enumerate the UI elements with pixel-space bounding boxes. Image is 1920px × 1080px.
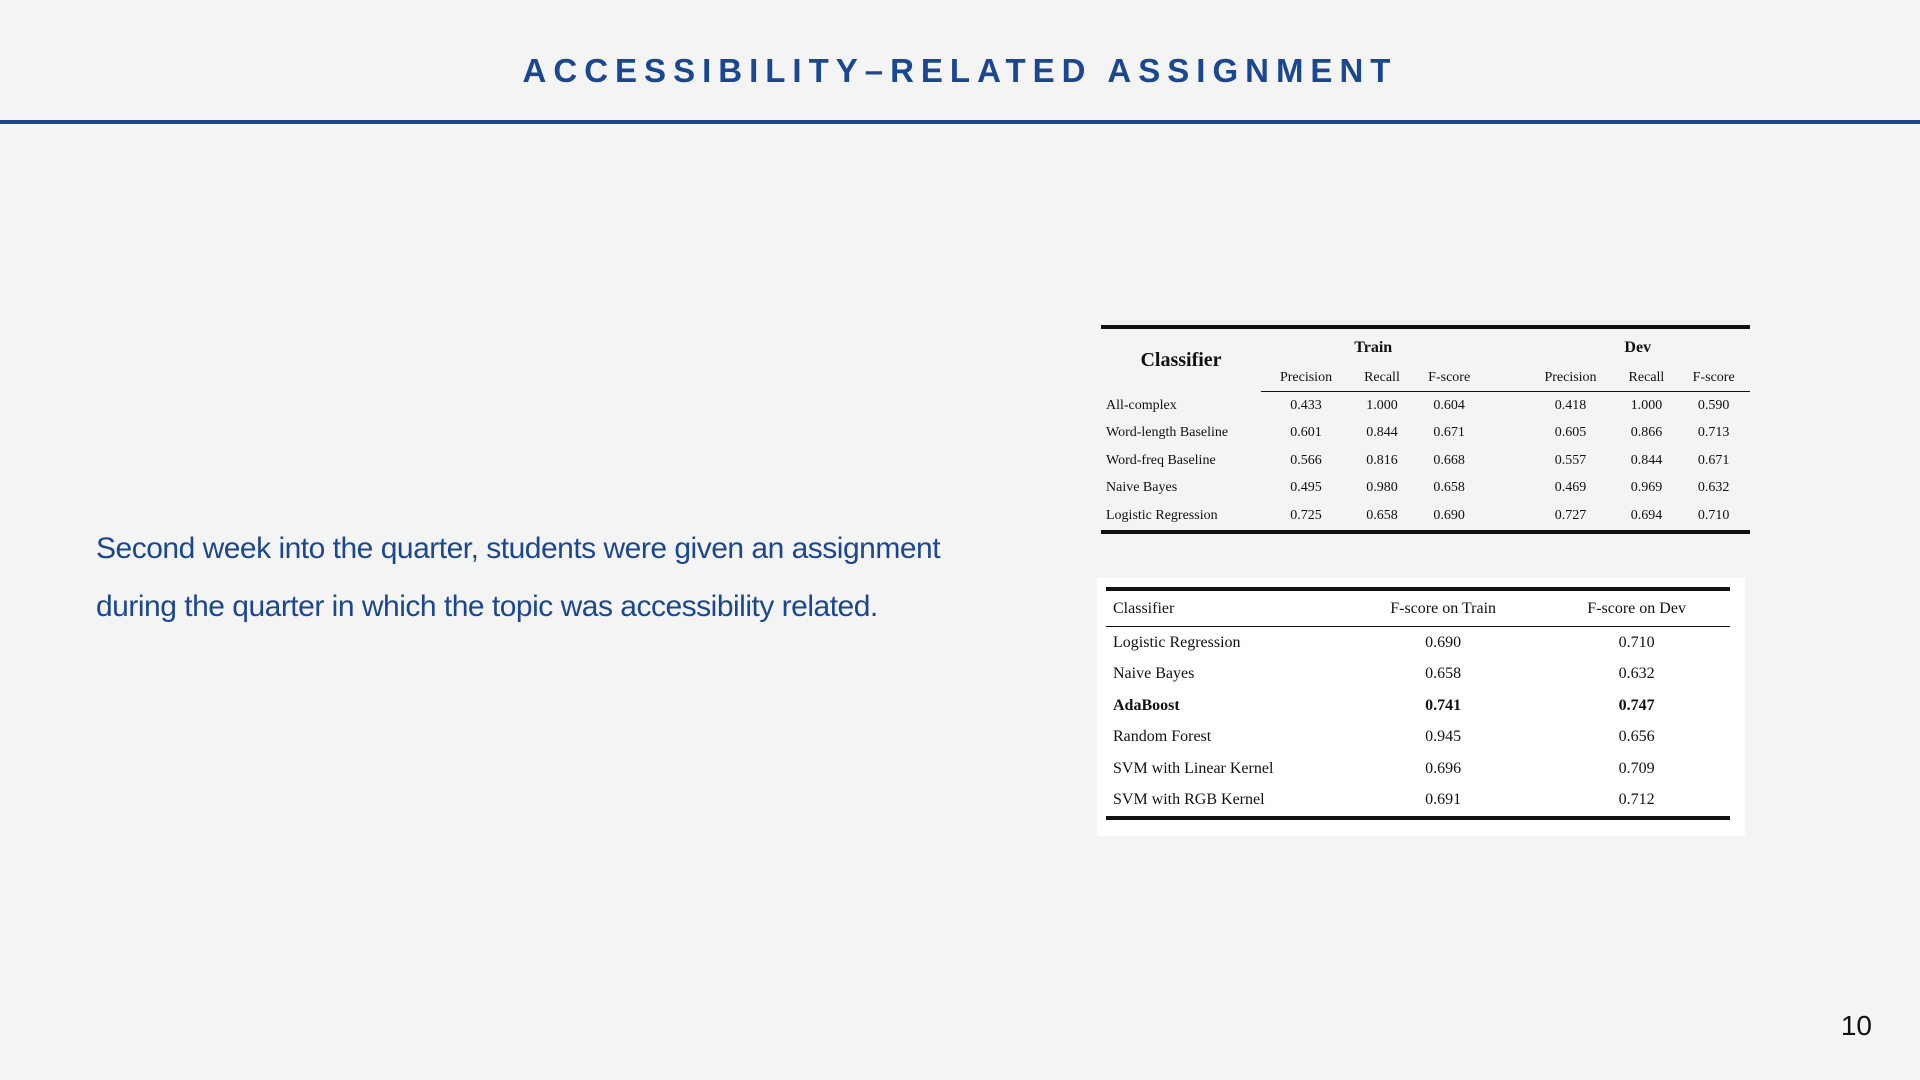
table-subheader: Recall [1615, 365, 1678, 392]
table-subheader: Precision [1525, 365, 1616, 392]
table-cell: 0.557 [1554, 452, 1587, 468]
table-cell-dev: 0.709 [1618, 759, 1655, 777]
row-classifier-name: Naive Bayes [1106, 480, 1178, 496]
table-cell: 0.605 [1554, 425, 1587, 441]
page-number: 10 [1840, 1010, 1872, 1041]
table-cell: 0.601 [1290, 425, 1322, 441]
table-cell: 0.632 [1697, 480, 1730, 496]
table-row: Logistic Regression 0.690 0.710 [1106, 627, 1730, 659]
table-cell: 1.000 [1630, 397, 1663, 413]
fscore-table-image: Classifier F-score on Train F-score on D… [1097, 578, 1745, 836]
classifier-metrics-table: Classifier Train Dev Precision Recall F-… [1101, 325, 1750, 534]
table-cell-train: 0.741 [1425, 696, 1462, 714]
table-cell-train: 0.658 [1425, 665, 1462, 683]
title-divider [0, 120, 1920, 124]
table-row: Logistic Regression 0.725 0.658 0.690 0.… [1101, 502, 1750, 532]
fscore-table: Classifier F-score on Train F-score on D… [1106, 587, 1730, 820]
table-cell: 0.658 [1433, 480, 1465, 496]
table-subheader: F-score [1677, 365, 1750, 392]
table-cell-dev: 0.747 [1618, 696, 1655, 714]
body-line: during the quarter in which the topic wa… [96, 590, 878, 623]
classifier-metrics-table-image: Classifier Train Dev Precision Recall F-… [1101, 325, 1750, 539]
row-classifier-name: SVM with Linear Kernel [1113, 759, 1274, 777]
table-subheader: F-score [1412, 365, 1486, 392]
table-cell: 0.980 [1366, 480, 1398, 496]
table-row: Naive Bayes 0.658 0.632 [1106, 659, 1730, 691]
table-row: SVM with Linear Kernel 0.696 0.709 [1106, 753, 1730, 785]
table-row-highlighted: AdaBoost 0.741 0.747 [1106, 690, 1730, 722]
table-header-dev-group: Dev [1624, 339, 1652, 356]
table-row: Random Forest 0.945 0.656 [1106, 722, 1730, 754]
table-subheader: Recall [1351, 365, 1413, 392]
table-cell: 0.671 [1697, 452, 1730, 468]
table-row: Naive Bayes 0.495 0.980 0.658 0.469 0.96… [1101, 475, 1750, 503]
table-cell: 0.844 [1366, 425, 1398, 441]
table-cell: 0.671 [1433, 425, 1465, 441]
table-cell-train: 0.696 [1425, 759, 1462, 777]
row-classifier-name: SVM with RGB Kernel [1113, 791, 1265, 809]
table-cell: 0.844 [1630, 452, 1663, 468]
table-cell: 0.690 [1433, 507, 1465, 523]
row-classifier-name: Logistic Regression [1106, 507, 1218, 523]
table-cell: 0.710 [1697, 507, 1730, 523]
table-cell-dev: 0.632 [1618, 665, 1655, 683]
table-row: Word-freq Baseline 0.566 0.816 0.668 0.5… [1101, 447, 1750, 475]
table-header-classifier: Classifier [1106, 589, 1343, 627]
table-cell: 0.727 [1554, 507, 1587, 523]
table-cell: 0.816 [1366, 452, 1398, 468]
table-cell: 0.725 [1290, 507, 1322, 523]
table-header-fscore-train: F-score on Train [1343, 589, 1544, 627]
table-row: All-complex 0.433 1.000 0.604 0.418 1.00… [1101, 392, 1750, 420]
table-cell-dev: 0.656 [1618, 728, 1655, 746]
row-classifier-name: Logistic Regression [1113, 633, 1241, 651]
table-cell-train: 0.691 [1425, 791, 1462, 809]
table-row: SVM with RGB Kernel 0.691 0.712 [1106, 785, 1730, 819]
table-cell-train: 0.690 [1425, 633, 1462, 651]
table-cell: 1.000 [1366, 397, 1398, 413]
table-cell: 0.969 [1630, 480, 1663, 496]
row-classifier-name: Naive Bayes [1113, 665, 1195, 683]
table-cell: 0.658 [1366, 507, 1398, 523]
table-cell: 0.604 [1433, 397, 1465, 413]
table-cell: 0.566 [1290, 452, 1322, 468]
table-cell: 0.469 [1554, 480, 1587, 496]
table-cell-dev: 0.710 [1618, 633, 1655, 651]
table-subheader: Precision [1261, 365, 1352, 392]
row-classifier-name: All-complex [1106, 397, 1177, 413]
body-line: Second week into the quarter, students w… [96, 532, 941, 565]
table-cell: 0.433 [1290, 397, 1322, 413]
row-classifier-name: AdaBoost [1113, 696, 1180, 714]
table-cell-dev: 0.712 [1618, 791, 1655, 809]
table-cell-train: 0.945 [1425, 728, 1462, 746]
body-text: Second week into the quarter, students w… [96, 520, 1036, 636]
table-row: Word-length Baseline 0.601 0.844 0.671 0… [1101, 420, 1750, 448]
table-cell: 0.866 [1630, 425, 1663, 441]
table-cell: 0.590 [1697, 397, 1730, 413]
row-classifier-name: Word-length Baseline [1106, 425, 1229, 441]
table-cell: 0.668 [1433, 452, 1465, 468]
table-header-train-group: Train [1354, 339, 1393, 356]
table-header-classifier: Classifier [1140, 348, 1222, 371]
row-classifier-name: Random Forest [1113, 728, 1212, 746]
table-cell: 0.694 [1630, 507, 1663, 523]
table-cell: 0.495 [1290, 480, 1322, 496]
table-header-fscore-dev: F-score on Dev [1543, 589, 1730, 627]
row-classifier-name: Word-freq Baseline [1106, 452, 1216, 468]
slide-title: ACCESSIBILITY–RELATED ASSIGNMENT [522, 52, 1398, 89]
table-cell: 0.713 [1697, 425, 1730, 441]
table-cell: 0.418 [1554, 397, 1587, 413]
